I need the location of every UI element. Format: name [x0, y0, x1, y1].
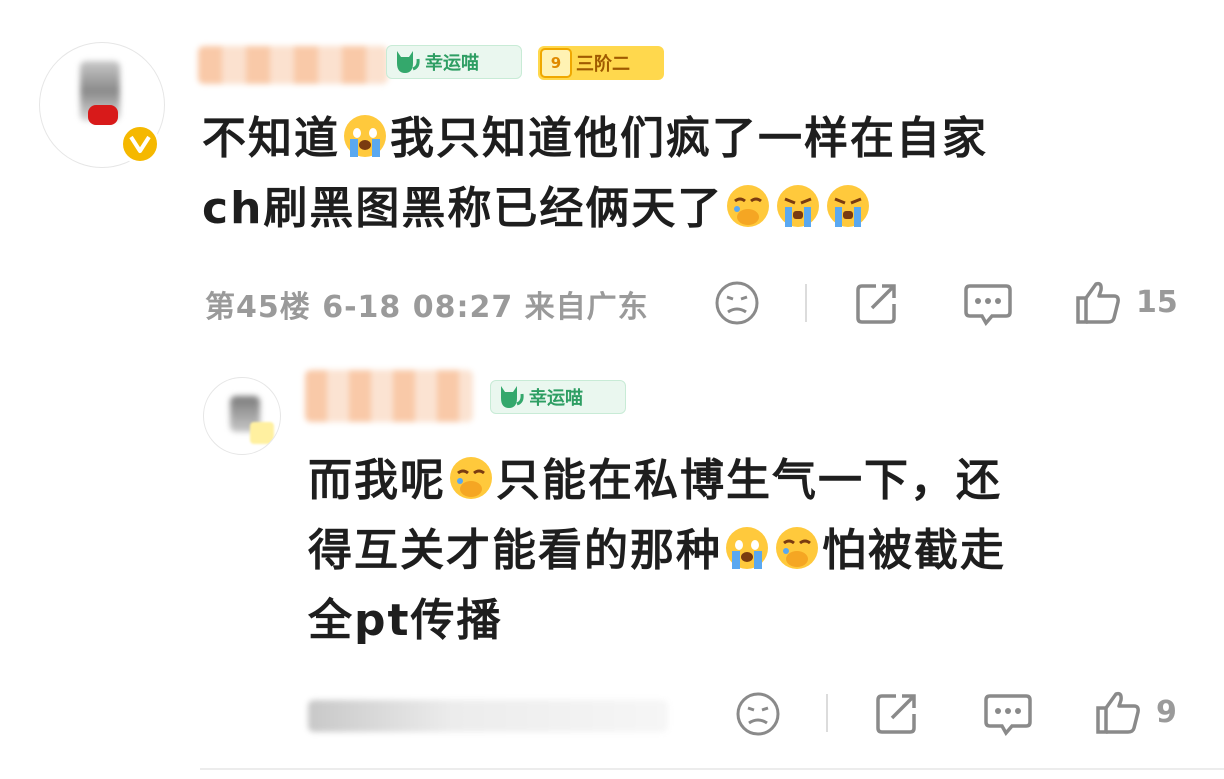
divider: [826, 694, 828, 732]
reply-button[interactable]: [964, 280, 1012, 326]
crying-face-icon: [726, 527, 768, 569]
comment-icon: [964, 284, 1012, 326]
covering-mouth-crying-icon: [727, 185, 770, 227]
username-blurred[interactable]: [305, 370, 473, 422]
like-button[interactable]: 15: [1074, 278, 1178, 326]
level-badge[interactable]: 9 三阶二: [538, 46, 664, 80]
lucky-badge-label: 幸运喵: [529, 388, 583, 409]
avatar-image-yellow: [250, 422, 274, 444]
share-button[interactable]: [854, 280, 900, 326]
level-number: 9: [540, 48, 572, 78]
like-button[interactable]: 9: [1094, 688, 1177, 736]
reply-text-line3: 全pt传播: [308, 595, 503, 646]
like-count: 15: [1136, 284, 1178, 320]
avatar[interactable]: [203, 377, 281, 455]
comment-text-line2: ch刷黑图黑称已经俩天了: [202, 174, 1202, 244]
sobbing-face-icon: [777, 185, 820, 227]
share-icon: [856, 284, 896, 324]
cat-icon: [397, 51, 420, 73]
comment-text: 不知道 我只知道他们疯了一样在自家 ch刷黑图黑称已经俩天了: [202, 104, 1202, 244]
divider: [805, 284, 807, 322]
comment-icon: [984, 694, 1032, 736]
thumbs-up-icon: [1076, 281, 1120, 324]
verified-badge-icon: [120, 124, 160, 164]
bottom-divider: [200, 768, 1224, 770]
sad-face-icon: [736, 692, 780, 736]
avatar-image-red: [88, 105, 118, 125]
cat-icon: [501, 386, 524, 408]
share-icon: [876, 694, 916, 734]
crying-face-icon: [344, 115, 386, 157]
reply-button[interactable]: [984, 690, 1032, 736]
reply-text: 而我呢 只能在私博生气一下，还 得互关才能看的那种 怕被截走 全pt传播: [308, 446, 1208, 656]
share-button[interactable]: [874, 690, 920, 736]
comment-meta: 第45楼 6-18 08:27 来自广东: [205, 290, 649, 325]
comment-text-line1: 不知道 我只知道他们疯了一样在自家: [202, 113, 988, 164]
lucky-cat-badge[interactable]: 幸运喵: [490, 380, 626, 414]
lucky-cat-badge[interactable]: 幸运喵: [386, 45, 522, 79]
username-blurred[interactable]: [198, 46, 388, 84]
covering-mouth-crying-icon: [450, 457, 492, 499]
reply-text-line2: 得互关才能看的那种 怕被截走: [308, 525, 1006, 576]
lucky-badge-label: 幸运喵: [425, 53, 479, 74]
reply-meta-blurred: [308, 700, 668, 732]
covering-mouth-crying-icon: [776, 527, 818, 569]
dislike-button[interactable]: [735, 691, 781, 737]
thumbs-up-icon: [1096, 691, 1140, 734]
sad-face-icon: [715, 281, 759, 325]
level-text: 三阶二: [576, 54, 630, 75]
dislike-button[interactable]: [714, 280, 760, 326]
reply-text-line1: 而我呢 只能在私博生气一下，还: [308, 455, 1002, 506]
like-count: 9: [1156, 694, 1177, 730]
sobbing-face-icon: [827, 185, 870, 227]
